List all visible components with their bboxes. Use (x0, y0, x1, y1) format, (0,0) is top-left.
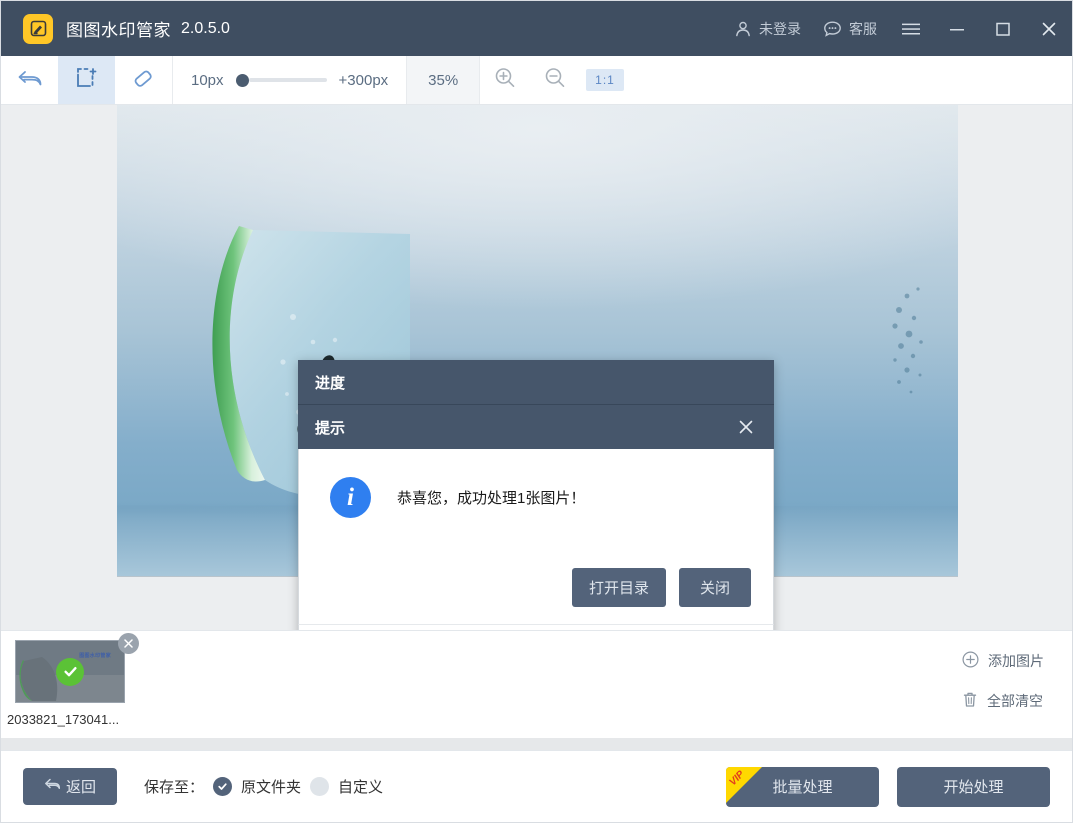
save-custom-label[interactable]: 自定义 (338, 776, 383, 797)
save-original-label[interactable]: 原文件夹 (241, 776, 301, 797)
water-spray-particles (892, 287, 923, 394)
remove-thumbnail-button[interactable] (118, 633, 139, 654)
thumbnail-filename: 2033821_173041... (7, 712, 120, 727)
support-label: 客服 (849, 20, 877, 37)
save-custom-radio[interactable] (310, 777, 330, 796)
title-bar: 图图水印管家 2.0.5.0 未登录 客服 (1, 1, 1072, 56)
save-location-group: 保存至： 原文件夹 自定义 (144, 776, 383, 797)
primary-actions: VIP 批量处理 开始处理 (726, 766, 1050, 807)
chat-bubble-icon (823, 20, 842, 38)
slider-track[interactable] (248, 78, 327, 82)
slider-handle[interactable] (235, 73, 249, 87)
start-process-button[interactable]: 开始处理 (897, 766, 1050, 807)
add-selection-button[interactable] (58, 56, 115, 104)
tip-dialog-header: 提示 (298, 405, 774, 449)
slider-control[interactable] (235, 73, 327, 87)
info-icon: i (330, 477, 371, 518)
batch-process-button[interactable]: VIP 批量处理 (726, 766, 879, 807)
minimize-icon (948, 21, 966, 37)
minimize-button[interactable] (934, 1, 980, 56)
actual-size-button[interactable]: 1:1 (586, 69, 624, 91)
zoom-out-button[interactable] (530, 56, 580, 104)
plus-circle-icon (962, 651, 979, 671)
app-title: 图图水印管家 (66, 21, 171, 40)
progress-dialog: 进度 提示 i 恭喜您，成功处理1张图片！ 打开目录 关闭 (298, 360, 774, 673)
title-bar-actions: 未登录 客服 (723, 1, 1072, 56)
account-button[interactable]: 未登录 (723, 1, 812, 56)
panel-divider (1, 738, 1072, 750)
image-canvas-area: 白色的水印，请勾选此处 进度 提示 i 恭喜您，成功处理1张图片！ (1, 105, 1072, 673)
thumbnail-image[interactable]: 图图水印管家 (15, 640, 125, 703)
zoom-level-display: 35% (406, 56, 481, 104)
close-icon (739, 420, 753, 434)
support-button[interactable]: 客服 (812, 1, 888, 56)
tip-dialog-title: 提示 (315, 419, 346, 437)
brush-min-label: 10px (191, 71, 224, 89)
account-label: 未登录 (759, 20, 801, 37)
thumbnail-panel: 图图水印管家 2033821_173041... 添加图片 全部清空 (1, 630, 1072, 738)
application-window: 图图水印管家 2.0.5.0 未登录 客服 10px +300px 35% 1:… (0, 0, 1073, 823)
menu-button[interactable] (888, 1, 934, 56)
zoom-in-icon (492, 65, 518, 96)
thumbnail-panel-actions: 添加图片 全部清空 (962, 651, 1044, 711)
brush-max-label: +300px (338, 71, 389, 89)
remove-x-icon (124, 639, 133, 648)
check-circle-icon (56, 657, 84, 686)
hamburger-menu-icon (900, 21, 922, 37)
eraser-button[interactable] (115, 56, 172, 104)
editor-toolbar: 10px +300px 35% 1:1 (1, 56, 1072, 105)
add-image-label: 添加图片 (988, 653, 1044, 669)
close-icon (1039, 20, 1059, 38)
save-to-label: 保存至： (144, 779, 205, 796)
zoom-in-button[interactable] (480, 56, 530, 104)
tip-dialog-buttons: 打开目录 关闭 (571, 568, 751, 607)
bottom-action-bar: 返回 保存至： 原文件夹 自定义 VIP 批量处理 开始处理 (1, 750, 1072, 822)
user-icon (734, 20, 752, 38)
save-original-radio[interactable] (213, 777, 233, 796)
open-directory-button[interactable]: 打开目录 (571, 568, 666, 607)
progress-dialog-header: 进度 (298, 360, 774, 405)
eraser-icon (131, 66, 157, 95)
app-version: 2.0.5.0 (181, 19, 230, 37)
app-logo-icon (23, 13, 53, 44)
progress-dialog-title: 进度 (315, 374, 346, 392)
maximize-button[interactable] (980, 1, 1026, 56)
tip-message: 恭喜您，成功处理1张图片！ (397, 490, 586, 507)
close-dialog-button[interactable]: 关闭 (679, 568, 751, 607)
undo-button[interactable] (1, 56, 58, 104)
add-selection-box-icon (74, 65, 100, 96)
clear-all-button[interactable]: 全部清空 (962, 691, 1043, 711)
tip-dialog-body: i 恭喜您，成功处理1张图片！ 打开目录 关闭 (298, 449, 774, 624)
back-arrow-icon (44, 777, 61, 796)
add-image-button[interactable]: 添加图片 (962, 651, 1044, 671)
thumbnail-item[interactable]: 图图水印管家 2033821_173041... (7, 633, 139, 738)
back-button-label: 返回 (65, 779, 96, 796)
trash-icon (962, 691, 978, 711)
brush-size-slider[interactable]: 10px +300px (173, 56, 406, 104)
batch-process-label: 批量处理 (772, 779, 833, 796)
undo-arrow-icon (16, 66, 44, 95)
tip-dialog-close-button[interactable] (735, 416, 757, 438)
thumbnail-watermark-text: 图图水印管家 (79, 653, 111, 659)
clear-all-label: 全部清空 (987, 693, 1043, 709)
close-button[interactable] (1026, 1, 1072, 56)
zoom-out-icon (542, 65, 568, 96)
maximize-icon (994, 21, 1012, 37)
tip-message-row: i 恭喜您，成功处理1张图片！ (299, 449, 773, 518)
back-button[interactable]: 返回 (23, 768, 117, 805)
